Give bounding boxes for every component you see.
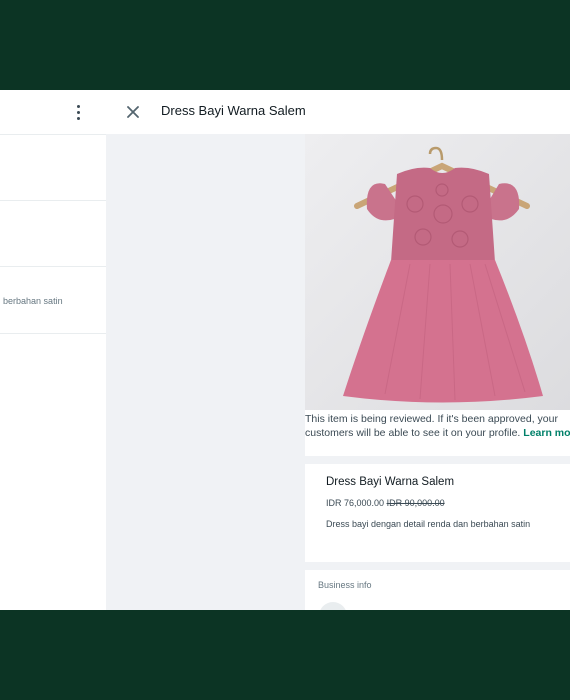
business-info-card: Business info <box>305 570 570 610</box>
product-description: Dress bayi dengan detail renda dan berba… <box>326 519 531 529</box>
original-price: IDR 90,000.00 <box>386 498 445 508</box>
divider <box>0 266 106 267</box>
current-price: IDR 76,000.00 <box>326 498 385 508</box>
business-info-label: Business info <box>318 580 372 590</box>
divider <box>0 200 106 201</box>
review-text: This item is being reviewed. If it's bee… <box>305 413 558 439</box>
page-title: Dress Bayi Warna Salem <box>161 103 306 118</box>
left-header <box>0 90 106 134</box>
product-info-card: Dress Bayi Warna Salem IDR 76,000.00 IDR… <box>305 464 570 562</box>
product-price: IDR 76,000.00 IDR 90,000.00 <box>326 498 445 508</box>
product-detail-pane: Dress Bayi Warna Salem This item is bein… <box>106 90 570 610</box>
app-window: a dan berbahan satin Dress Bayi Warna Sa… <box>0 90 570 610</box>
left-product-description: a dan berbahan satin <box>0 296 63 306</box>
learn-more-link[interactable]: Learn more <box>523 427 570 439</box>
review-notice: This item is being reviewed. If it's bee… <box>305 410 570 456</box>
divider <box>0 134 106 135</box>
close-icon[interactable] <box>124 103 142 121</box>
product-name: Dress Bayi Warna Salem <box>326 476 455 488</box>
product-image[interactable] <box>305 134 570 412</box>
kebab-menu-icon[interactable] <box>72 102 84 122</box>
left-pane: a dan berbahan satin <box>0 90 107 610</box>
avatar[interactable] <box>319 602 347 610</box>
divider <box>0 333 106 334</box>
detail-header: Dress Bayi Warna Salem <box>106 90 570 134</box>
product-content: This item is being reviewed. If it's bee… <box>305 134 570 610</box>
